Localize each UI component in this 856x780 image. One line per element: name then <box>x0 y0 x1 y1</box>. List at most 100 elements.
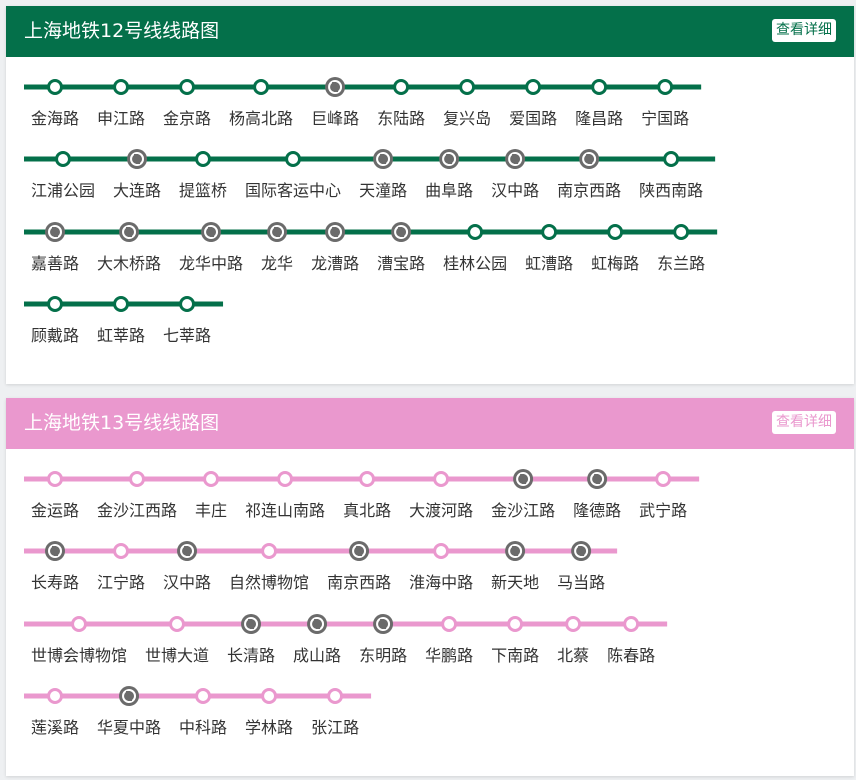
station-marker[interactable] <box>607 224 624 240</box>
station-marker[interactable] <box>433 471 450 487</box>
station-marker[interactable] <box>673 224 690 240</box>
station-marker[interactable] <box>459 79 476 95</box>
station-marker[interactable] <box>285 151 302 167</box>
station-label[interactable]: 龙华 <box>261 254 293 273</box>
station-label[interactable]: 南京西路 <box>327 573 391 592</box>
transfer-station-icon[interactable] <box>325 222 346 242</box>
station-label[interactable]: 江宁路 <box>97 573 145 592</box>
station-label[interactable]: 江浦公园 <box>31 181 95 200</box>
transfer-station-icon[interactable] <box>177 541 198 561</box>
transfer-station-icon[interactable] <box>579 149 600 169</box>
station-label[interactable]: 曲阜路 <box>425 181 473 200</box>
station-label[interactable]: 丰庄 <box>195 501 227 520</box>
station-label[interactable]: 金沙江路 <box>491 501 555 520</box>
station-marker[interactable] <box>47 471 64 487</box>
transfer-station-icon[interactable] <box>513 469 534 489</box>
station-label[interactable]: 华夏中路 <box>97 718 161 737</box>
station-marker[interactable] <box>657 79 674 95</box>
station-label[interactable]: 国际客运中心 <box>245 181 341 200</box>
station-marker[interactable] <box>359 471 376 487</box>
station-label[interactable]: 大渡河路 <box>409 501 473 520</box>
station-label[interactable]: 张江路 <box>311 718 359 737</box>
transfer-station-icon[interactable] <box>439 149 460 169</box>
station-label[interactable]: 天潼路 <box>359 181 407 200</box>
transfer-station-icon[interactable] <box>45 222 66 242</box>
station-marker[interactable] <box>113 543 130 559</box>
station-marker[interactable] <box>261 688 278 704</box>
station-marker[interactable] <box>655 471 672 487</box>
station-label[interactable]: 马当路 <box>557 573 605 592</box>
station-marker[interactable] <box>277 471 294 487</box>
station-marker[interactable] <box>393 79 410 95</box>
station-marker[interactable] <box>433 543 450 559</box>
station-label[interactable]: 学林路 <box>245 718 293 737</box>
transfer-station-icon[interactable] <box>571 541 592 561</box>
station-label[interactable]: 隆昌路 <box>575 109 623 128</box>
station-marker[interactable] <box>565 616 582 632</box>
station-marker[interactable] <box>195 151 212 167</box>
station-marker[interactable] <box>591 79 608 95</box>
transfer-station-icon[interactable] <box>201 222 222 242</box>
transfer-station-icon[interactable] <box>267 222 288 242</box>
station-label[interactable]: 顾戴路 <box>31 326 79 345</box>
station-label[interactable]: 隆德路 <box>573 501 621 520</box>
station-marker[interactable] <box>179 296 196 312</box>
transfer-station-icon[interactable] <box>127 149 148 169</box>
station-label[interactable]: 武宁路 <box>639 501 687 520</box>
transfer-station-icon[interactable] <box>307 614 328 634</box>
station-label[interactable]: 提篮桥 <box>179 181 227 200</box>
transfer-station-icon[interactable] <box>119 222 140 242</box>
station-label[interactable]: 杨高北路 <box>229 109 293 128</box>
station-label[interactable]: 七莘路 <box>163 326 211 345</box>
station-label[interactable]: 莲溪路 <box>31 718 79 737</box>
station-marker[interactable] <box>525 79 542 95</box>
station-label[interactable]: 东明路 <box>359 646 407 665</box>
transfer-station-icon[interactable] <box>505 149 526 169</box>
transfer-station-icon[interactable] <box>325 77 346 97</box>
station-label[interactable]: 汉中路 <box>491 181 539 200</box>
station-marker[interactable] <box>203 471 220 487</box>
station-marker[interactable] <box>71 616 88 632</box>
station-label[interactable]: 陕西南路 <box>639 181 703 200</box>
transfer-station-icon[interactable] <box>587 469 608 489</box>
station-marker[interactable] <box>47 79 64 95</box>
station-marker[interactable] <box>55 151 72 167</box>
transfer-station-icon[interactable] <box>391 222 412 242</box>
station-label[interactable]: 虹梅路 <box>591 254 639 273</box>
line-12-detail-button[interactable]: 查看详细 <box>772 19 836 42</box>
station-label[interactable]: 祁连山南路 <box>245 501 325 520</box>
station-marker[interactable] <box>129 471 146 487</box>
station-marker[interactable] <box>467 224 484 240</box>
station-marker[interactable] <box>507 616 524 632</box>
station-label[interactable]: 东兰路 <box>657 254 705 273</box>
station-label[interactable]: 巨峰路 <box>311 109 359 128</box>
station-marker[interactable] <box>113 296 130 312</box>
station-marker[interactable] <box>253 79 270 95</box>
station-label[interactable]: 金沙江西路 <box>97 501 177 520</box>
station-marker[interactable] <box>47 296 64 312</box>
station-label[interactable]: 龙漕路 <box>311 254 359 273</box>
station-label[interactable]: 华鹏路 <box>425 646 473 665</box>
station-label[interactable]: 南京西路 <box>557 181 621 200</box>
station-marker[interactable] <box>623 616 640 632</box>
station-label[interactable]: 大木桥路 <box>97 254 161 273</box>
station-label[interactable]: 金京路 <box>163 109 211 128</box>
transfer-station-icon[interactable] <box>373 614 394 634</box>
station-marker[interactable] <box>261 543 278 559</box>
line-13-detail-button[interactable]: 查看详细 <box>772 411 836 434</box>
station-label[interactable]: 世博大道 <box>145 646 209 665</box>
station-label[interactable]: 自然博物馆 <box>229 573 309 592</box>
station-label[interactable]: 大连路 <box>113 181 161 200</box>
station-label[interactable]: 中科路 <box>179 718 227 737</box>
station-label[interactable]: 真北路 <box>343 501 391 520</box>
station-label[interactable]: 复兴岛 <box>443 109 491 128</box>
station-label[interactable]: 虹莘路 <box>97 326 145 345</box>
station-marker[interactable] <box>113 79 130 95</box>
station-marker[interactable] <box>327 688 344 704</box>
station-marker[interactable] <box>663 151 680 167</box>
station-label[interactable]: 东陆路 <box>377 109 425 128</box>
station-label[interactable]: 淮海中路 <box>409 573 473 592</box>
station-marker[interactable] <box>47 688 64 704</box>
station-label[interactable]: 爱国路 <box>509 109 557 128</box>
transfer-station-icon[interactable] <box>241 614 262 634</box>
